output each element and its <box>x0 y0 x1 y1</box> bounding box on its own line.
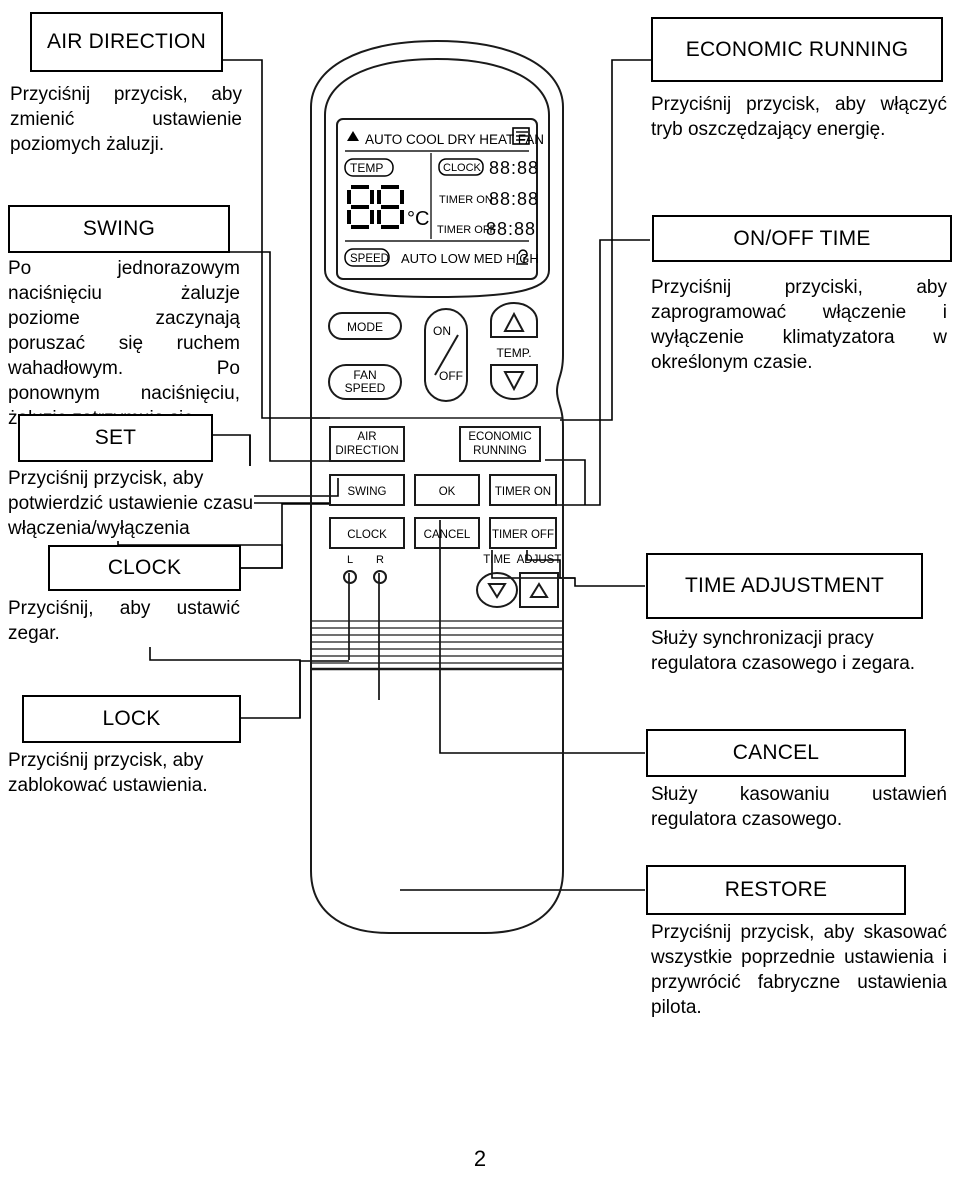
callout-box-swing: SWING <box>8 205 230 253</box>
callout-text-clock: Przyciśnij, aby ustawić zegar. <box>8 596 240 646</box>
button-cancel-label: CANCEL <box>424 529 471 541</box>
callout-box-time-adjustment: TIME ADJUSTMENT <box>646 553 923 619</box>
button-mode-label: MODE <box>347 320 383 334</box>
callout-box-air-direction: AIR DIRECTION <box>30 12 223 72</box>
callout-text-set: Przyciśnij przycisk, aby potwierdzić ust… <box>8 466 254 541</box>
time-label: TIME <box>483 554 511 566</box>
button-temp-down <box>490 364 538 400</box>
button-temp-label: TEMP. <box>496 346 531 360</box>
button-off-label: OFF <box>439 369 463 383</box>
callout-text-swing: Po jednorazowym naciśnięciu żaluzje pozi… <box>8 256 240 431</box>
callout-title-cancel: CANCEL <box>732 741 820 764</box>
lcd-clock-tag: CLOCK <box>443 162 482 174</box>
callout-box-clock: CLOCK <box>48 545 241 591</box>
button-economic-label-1: ECONOMIC <box>468 431 531 443</box>
lcd-speed-tag: SPEED <box>350 253 389 265</box>
callout-title-set: SET <box>94 426 137 449</box>
page-number: 2 <box>473 1146 487 1171</box>
lcd-clock-value: 88:88 <box>489 158 539 178</box>
adjust-label: ADJUST <box>517 554 562 566</box>
callout-title-air-direction: AIR DIRECTION <box>47 30 206 53</box>
button-swing-label: SWING <box>348 486 387 498</box>
button-speed-label: SPEED <box>345 381 386 395</box>
callout-title-on-off-time: ON/OFF TIME <box>733 226 871 250</box>
pin-r <box>373 570 387 584</box>
lcd-timer-on-value: 88:88 <box>489 189 539 209</box>
callout-text-on-off-time: Przyciśnij przyciski, aby zaprogramować … <box>651 275 947 375</box>
callout-text-time-adjustment: Służy synchronizacji pracy regulatora cz… <box>651 626 947 676</box>
pin-r-label: R <box>376 554 384 566</box>
lcd-temp-unit: °C <box>407 208 429 230</box>
callout-title-time-adjustment: TIME ADJUSTMENT <box>684 574 884 597</box>
button-air-direction-label-2: DIRECTION <box>335 445 398 457</box>
button-air-direction-label-1: AIR <box>357 431 376 443</box>
callout-title-restore: RESTORE <box>724 878 828 901</box>
button-timer-on-label: TIMER ON <box>495 486 551 498</box>
button-adjust-up <box>519 572 559 608</box>
remote-control-illustration: AUTO COOL DRY HEAT FAN TEMP °C CLOCK 88:… <box>310 39 564 934</box>
callout-text-lock: Przyciśnij przycisk, aby zablokować usta… <box>8 748 246 798</box>
button-fan-label: FAN <box>353 368 376 382</box>
button-clock-label: CLOCK <box>347 529 387 541</box>
callout-box-cancel: CANCEL <box>646 729 906 777</box>
pin-l <box>343 570 357 584</box>
callout-title-economic-running: ECONOMIC RUNNING <box>685 37 909 61</box>
pin-l-label: L <box>347 554 353 566</box>
lcd-timer-off-value: 88:88 <box>486 219 536 239</box>
callout-box-on-off-time: ON/OFF TIME <box>652 215 952 262</box>
button-economic-label-2: RUNNING <box>473 445 527 457</box>
button-timer-off-label: TIMER OFF <box>492 529 554 541</box>
callout-title-lock: LOCK <box>102 707 161 730</box>
manual-page: AUTO COOL DRY HEAT FAN TEMP °C CLOCK 88:… <box>0 0 960 1204</box>
callout-title-swing: SWING <box>82 217 156 240</box>
lcd-temp-tag: TEMP <box>350 161 383 175</box>
button-on-label: ON <box>433 324 451 338</box>
callout-text-restore: Przyciśnij przycisk, aby skasować wszyst… <box>651 920 947 1020</box>
callout-text-cancel: Służy kasowaniu ustawień regulatora czas… <box>651 782 947 832</box>
button-ok-label: OK <box>439 486 456 498</box>
callout-box-set: SET <box>18 414 213 462</box>
callout-text-economic-running: Przyciśnij przycisk, aby włączyć tryb os… <box>651 92 947 142</box>
button-time-down <box>476 572 518 608</box>
callout-text-air-direction: Przyciśnij przycisk, aby zmienić ustawie… <box>10 82 242 157</box>
callout-box-restore: RESTORE <box>646 865 906 915</box>
callout-title-clock: CLOCK <box>107 556 182 579</box>
lcd-timer-on-tag: TIMER ON <box>439 194 493 206</box>
callout-box-economic-running: ECONOMIC RUNNING <box>651 17 943 82</box>
callout-box-lock: LOCK <box>22 695 241 743</box>
